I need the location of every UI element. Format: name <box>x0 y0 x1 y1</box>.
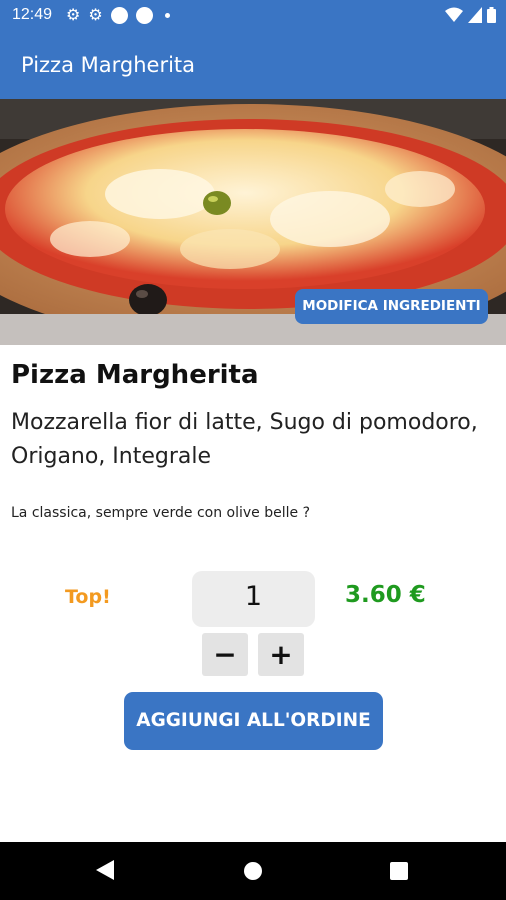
quantity-value: 1 <box>244 581 263 612</box>
status-time: 12:49 <box>12 6 53 23</box>
edit-ingredients-button[interactable]: MODIFICA INGREDIENTI <box>295 289 488 324</box>
system-icons <box>445 7 496 23</box>
notification-icons: ⚙ ⚙ <box>66 7 170 24</box>
app-bar: Pizza Margherita <box>0 32 506 99</box>
gear-icon: ⚙ <box>88 7 103 24</box>
wifi-icon <box>445 7 463 22</box>
navigation-bar <box>0 842 506 900</box>
quantity-field[interactable]: 1 <box>192 571 315 627</box>
description-text: La classica, sempre verde con olive bell… <box>11 505 311 521</box>
circle-icon <box>110 7 128 24</box>
price-label: 3.60 € <box>345 582 426 608</box>
status-bar: 12:49 ⚙ ⚙ <box>0 0 506 32</box>
recents-icon[interactable] <box>390 862 408 880</box>
ingredients-text: Mozzarella fior di latte, Sugo di pomodo… <box>11 410 478 469</box>
top-badge: Top! <box>65 586 111 608</box>
app-title: Pizza Margherita <box>21 53 196 77</box>
add-to-order-button[interactable]: AGGIUNGI ALL'ORDINE <box>124 692 383 750</box>
signal-icon <box>468 7 482 23</box>
pizza-name: Pizza Margherita <box>11 360 259 390</box>
back-icon[interactable] <box>96 860 114 880</box>
battery-icon <box>487 7 496 23</box>
home-icon[interactable] <box>244 862 262 880</box>
decrease-quantity-button[interactable]: − <box>202 633 248 676</box>
increase-quantity-button[interactable]: + <box>258 633 304 676</box>
dot-icon <box>164 13 170 18</box>
gear-icon: ⚙ <box>66 7 81 24</box>
circle-icon <box>135 7 153 24</box>
